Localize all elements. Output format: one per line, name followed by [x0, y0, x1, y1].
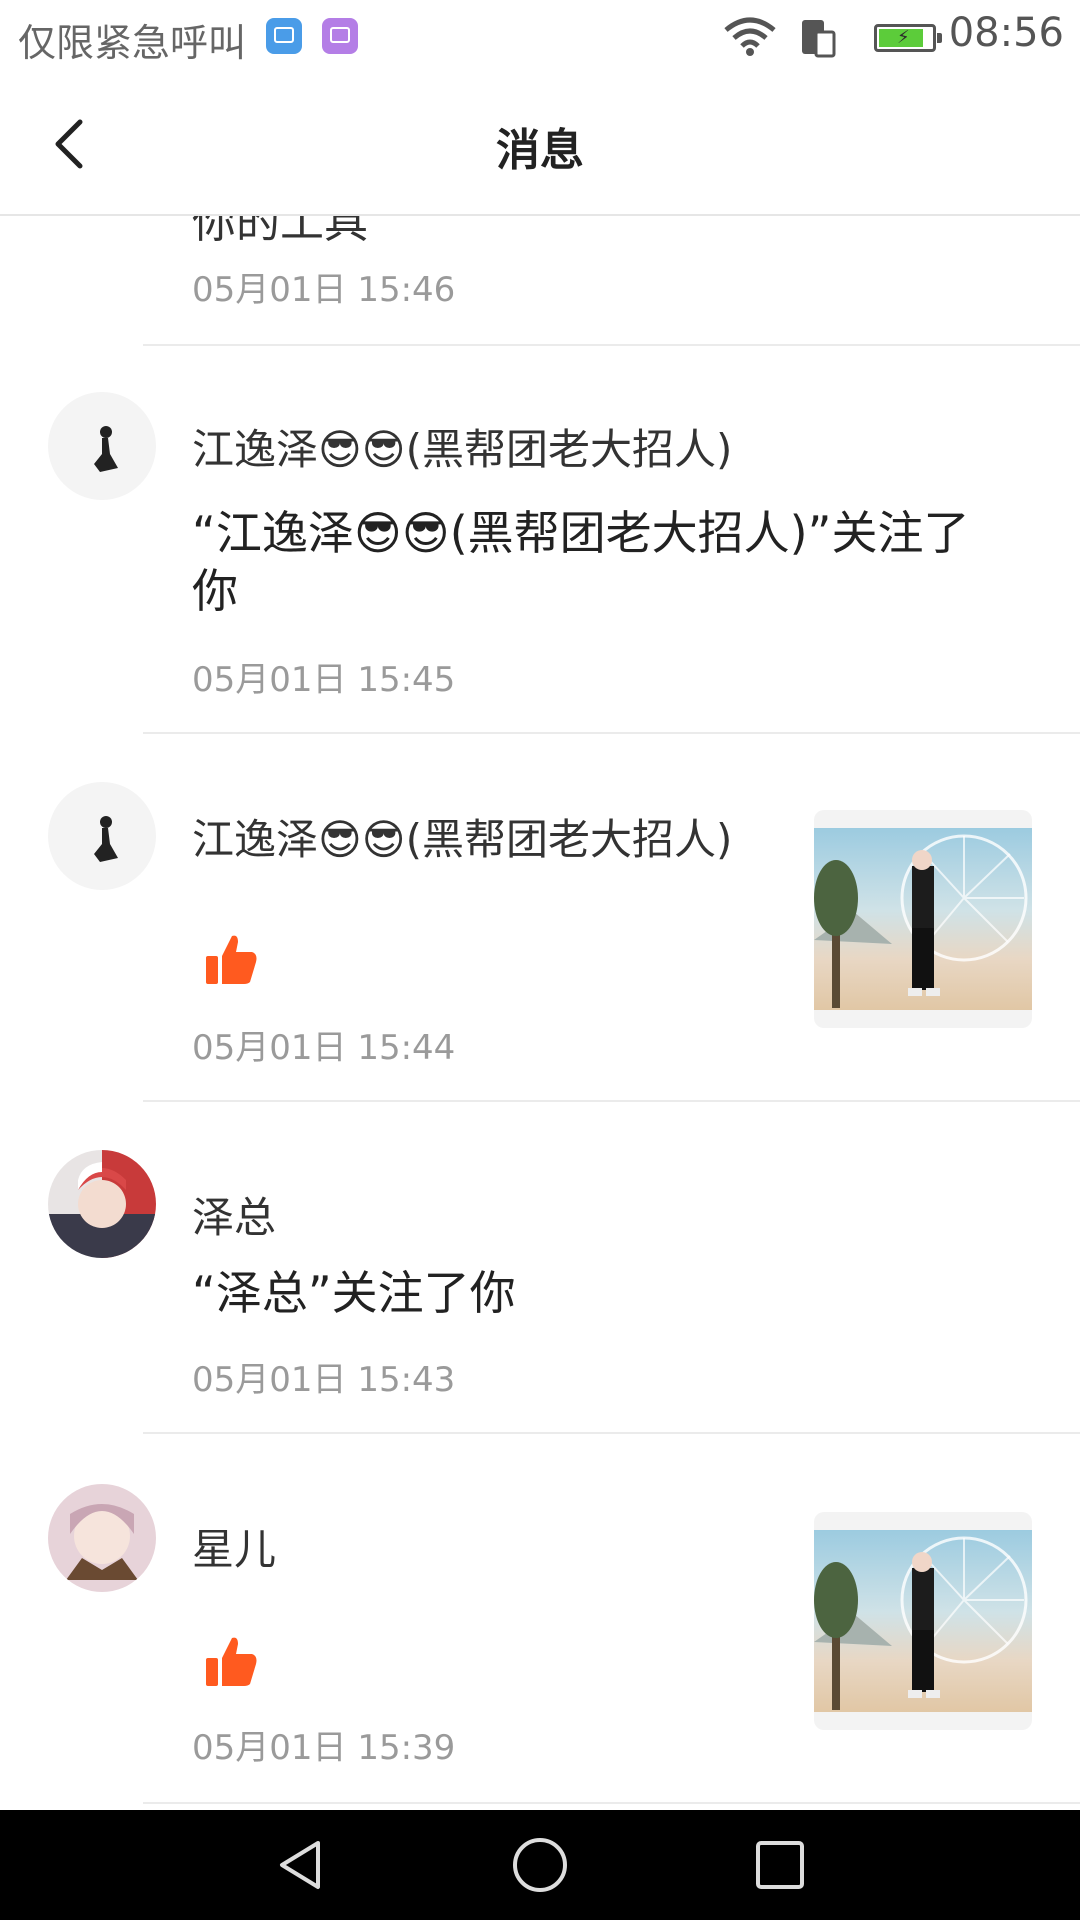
- divider: [143, 344, 1080, 346]
- message-time: 05月01日 15:39: [192, 1728, 456, 1768]
- divider: [143, 1802, 1080, 1804]
- sim-icon: [802, 20, 836, 58]
- recents-square-icon[interactable]: [750, 1835, 810, 1895]
- home-circle-icon[interactable]: [510, 1835, 570, 1895]
- message-time: 05月01日 15:46: [192, 270, 456, 310]
- avatar[interactable]: [48, 1484, 156, 1592]
- gallery-app-icon: [266, 18, 302, 54]
- message-time: 05月01日 15:45: [192, 660, 456, 700]
- sender-name: 泽总: [192, 1193, 277, 1242]
- divider: [143, 1100, 1080, 1102]
- thumbs-up-icon: [206, 1637, 257, 1686]
- sender-name: 星儿: [192, 1525, 277, 1574]
- thumbs-up-icon: [206, 935, 257, 984]
- sender-name: 江逸泽😎😎(黑帮团老大招人): [192, 425, 733, 474]
- post-thumbnail[interactable]: [814, 1512, 1032, 1730]
- keyboard-app-icon: [322, 18, 358, 54]
- carrier-text: 仅限紧急呼叫: [18, 21, 247, 65]
- status-bar: 仅限紧急呼叫 ⚡ 08:56: [0, 0, 1080, 72]
- message-text: 你的工具: [192, 216, 368, 248]
- message-text: “江逸泽😎😎(黑帮团老大招人)”关注了你: [192, 506, 970, 618]
- avatar[interactable]: [48, 392, 156, 500]
- message-time: 05月01日 15:43: [192, 1360, 456, 1400]
- sender-name: 江逸泽😎😎(黑帮团老大招人): [192, 815, 733, 864]
- app-header: 消息: [0, 72, 1080, 216]
- status-time: 08:56: [948, 10, 1064, 56]
- divider: [143, 732, 1080, 734]
- avatar[interactable]: [48, 1150, 156, 1258]
- post-thumbnail[interactable]: [814, 810, 1032, 1028]
- wifi-icon: [724, 17, 776, 56]
- message-text: “泽总”关注了你: [192, 1266, 516, 1320]
- message-list[interactable]: 你的工具 05月01日 15:46 江逸泽😎😎(黑帮团老大招人) “江逸泽😎😎(…: [0, 216, 1080, 1810]
- status-indicators: ⚡ 08:56: [464, 10, 1064, 62]
- divider: [143, 1432, 1080, 1434]
- message-time: 05月01日 15:44: [192, 1028, 456, 1068]
- back-triangle-icon[interactable]: [270, 1835, 330, 1895]
- page-title: 消息: [496, 125, 584, 176]
- avatar[interactable]: [48, 782, 156, 890]
- battery-charging-icon: ⚡: [874, 24, 942, 52]
- system-nav-bar: [0, 1810, 1080, 1920]
